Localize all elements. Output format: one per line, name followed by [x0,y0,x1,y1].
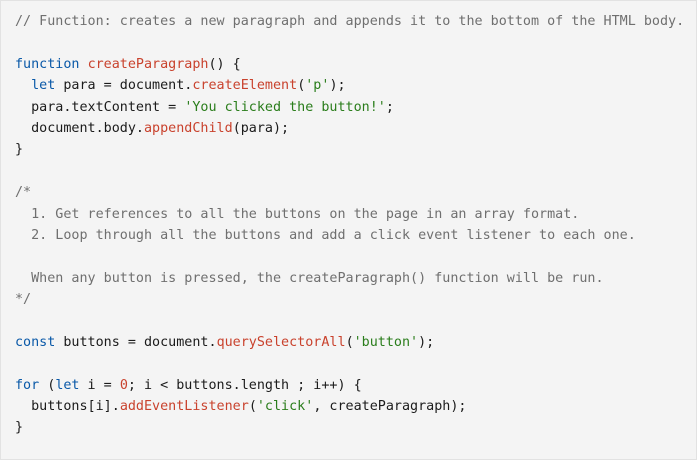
code-text: para = document. [55,78,193,94]
code-line: */ [15,289,684,310]
code-line: let para = document.createElement('p'); [15,75,684,96]
code-string: 'click' [256,399,314,415]
code-function-name: appendChild [144,120,233,136]
code-string: 'You clicked the button!' [184,99,386,115]
code-line: function createParagraph() { [15,54,684,75]
code-text: ( [345,334,354,350]
code-text: para.textContent = [15,99,185,115]
code-line: ​ [15,246,684,267]
code-comment: // Function: creates a new paragraph and… [15,14,685,29]
code-line: ​ [15,161,684,182]
code-text: buttons = document. [55,334,217,350]
code-text: } [15,142,24,158]
code-keyword: let [55,377,80,393]
code-keyword: let [31,78,56,94]
code-text: , createParagraph); [313,399,467,415]
code-line: /* [15,182,684,203]
code-text: } [15,420,24,436]
code-text: () { [208,56,241,72]
code-comment: When any button is pressed, the createPa… [15,270,604,286]
code-line: const buttons = document.querySelectorAl… [15,332,684,353]
code-content: // Function: creates a new paragraph and… [15,11,684,439]
code-text: ( [39,377,56,393]
code-text: document.body. [15,120,144,136]
code-comment: 1. Get references to all the buttons on … [15,206,580,222]
code-text: ; i < buttons.length ; i++) { [127,377,362,393]
code-line: // Function: creates a new paragraph and… [15,11,684,32]
code-line: ​ [15,353,684,374]
code-text: ); [418,334,435,350]
code-line: para.textContent = 'You clicked the butt… [15,97,684,118]
code-text: ); [329,78,346,94]
code-text: (para); [232,120,290,136]
code-number: 0 [119,377,128,393]
code-text: i = [79,377,120,393]
code-line: buttons[i].addEventListener('click', cre… [15,396,684,417]
code-function-name: createElement [192,78,298,94]
code-text: ( [248,399,257,415]
code-line: } [15,139,684,160]
code-comment: */ [15,292,32,308]
code-string: 'p' [305,78,330,94]
code-block: // Function: creates a new paragraph and… [0,0,697,460]
code-function-name: createParagraph [87,56,209,72]
code-string: 'button' [353,334,419,350]
code-line: When any button is pressed, the createPa… [15,268,684,289]
code-comment: 2. Loop through all the buttons and add … [15,227,636,243]
code-keyword: const [15,334,56,350]
code-function-name: addEventListener [119,399,249,415]
code-line: document.body.appendChild(para); [15,118,684,139]
code-line: 2. Loop through all the buttons and add … [15,225,684,246]
code-text: buttons[i]. [15,399,120,415]
code-text: ; [385,99,394,115]
code-line: } [15,417,684,438]
code-keyword: function [15,56,80,72]
code-line: ​ [15,310,684,331]
code-keyword: for [15,377,40,393]
code-line: 1. Get references to all the buttons on … [15,204,684,225]
code-function-name: querySelectorAll [216,334,346,350]
code-line: for (let i = 0; i < buttons.length ; i++… [15,375,684,396]
code-comment: /* [15,185,32,201]
code-line: ​ [15,32,684,53]
